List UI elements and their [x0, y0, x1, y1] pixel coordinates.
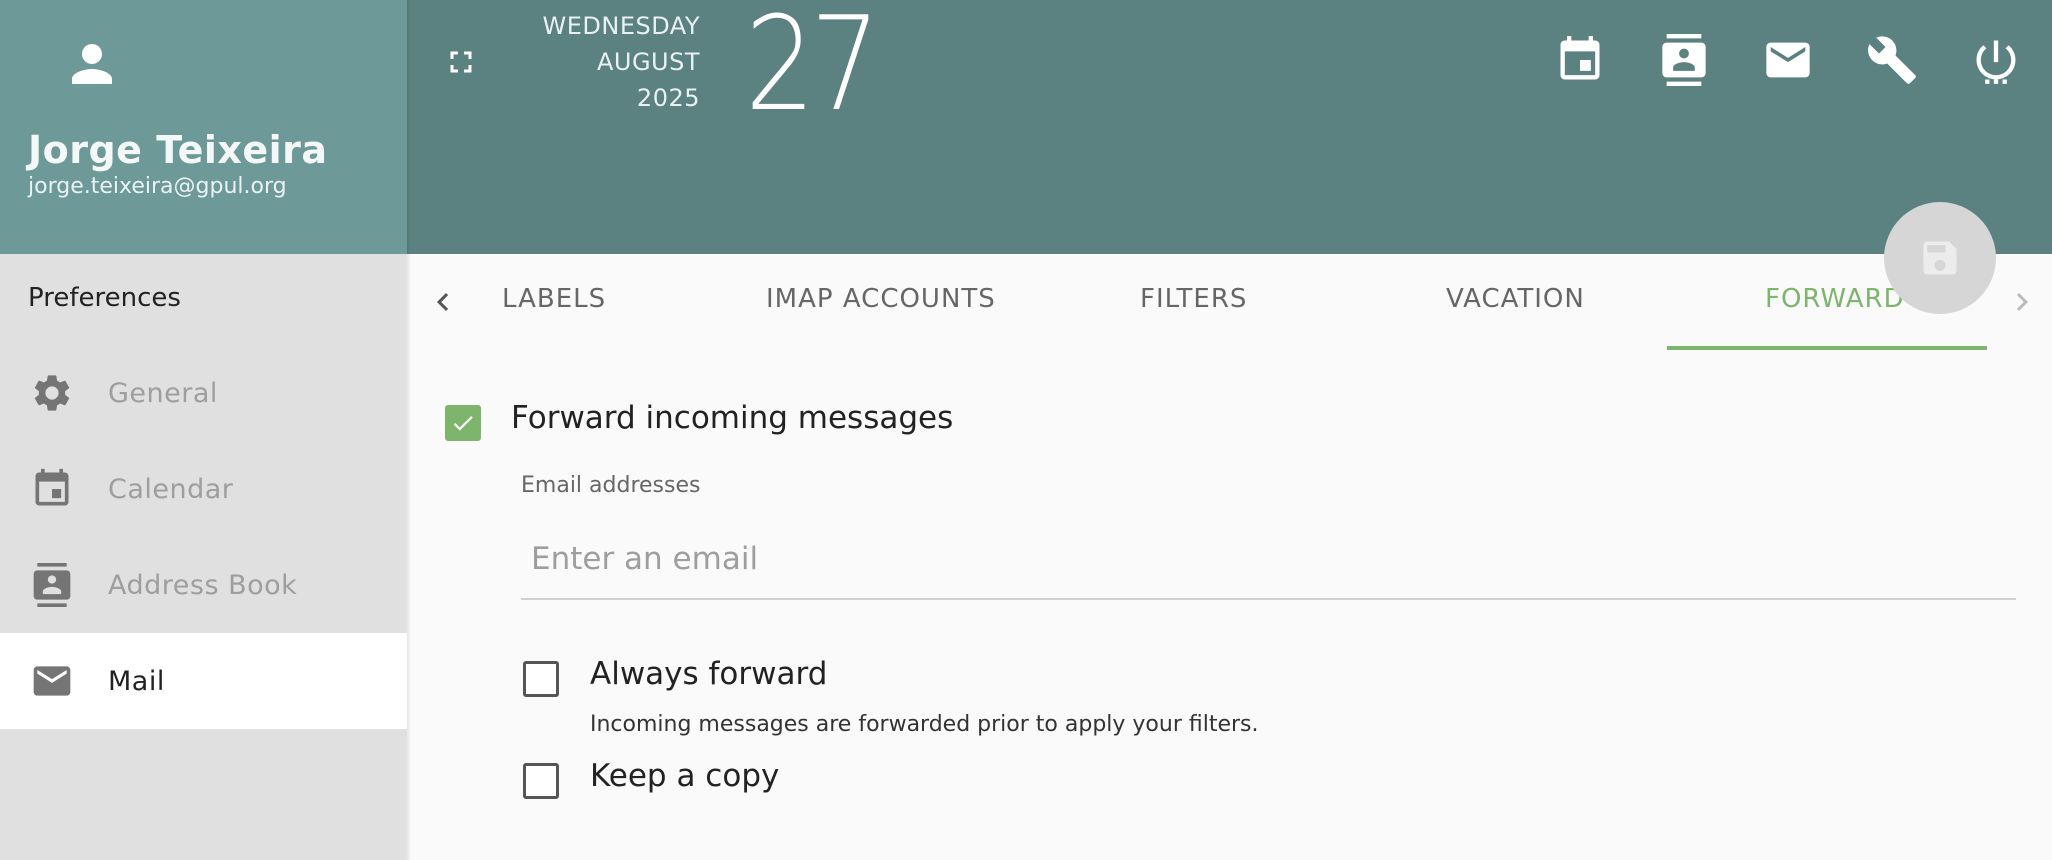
keep-copy-label: Keep a copy: [590, 758, 780, 794]
forward-enable-label: Forward incoming messages: [511, 400, 954, 436]
contacts-icon[interactable]: [1658, 34, 1710, 86]
sidebar-item-label: Calendar: [108, 473, 234, 505]
sidebar-item-label: General: [108, 377, 218, 409]
chevron-right-icon[interactable]: [2004, 284, 2040, 320]
wrench-icon[interactable]: [1866, 34, 1918, 86]
user-email: jorge.teixeira@gpul.org: [28, 174, 287, 199]
tab-filters[interactable]: FILTERS: [1140, 284, 1247, 314]
person-icon: [72, 44, 112, 84]
divider: [407, 0, 411, 860]
power-icon[interactable]: [1970, 34, 2022, 86]
gear-icon: [34, 375, 70, 411]
sidebar-item-general[interactable]: General: [0, 345, 407, 441]
date-day: 27: [745, 0, 881, 140]
always-forward-label: Always forward: [590, 656, 828, 692]
preferences-tabs: LABELS IMAP ACCOUNTS FILTERS VACATION FO…: [411, 254, 2052, 350]
contacts-icon: [33, 563, 71, 607]
check-icon: [453, 416, 473, 431]
user-profile: Jorge Teixeira jorge.teixeira@gpul.org: [0, 0, 407, 254]
date-display: WEDNESDAY AUGUST 2025: [500, 8, 700, 116]
forward-enable-checkbox[interactable]: [445, 405, 481, 441]
calendar-icon[interactable]: [1554, 34, 1606, 86]
tab-imap-accounts[interactable]: IMAP ACCOUNTS: [766, 284, 996, 314]
tab-labels[interactable]: LABELS: [502, 284, 606, 314]
fullscreen-icon[interactable]: [443, 44, 479, 80]
tab-vacation[interactable]: VACATION: [1446, 284, 1585, 314]
sidebar-item-calendar[interactable]: Calendar: [0, 441, 407, 537]
sidebar-nav: General Calendar Address Book Mail: [0, 345, 407, 729]
always-forward-hint: Incoming messages are forwarded prior to…: [590, 712, 1259, 737]
mail-icon: [33, 666, 71, 696]
chevron-left-icon[interactable]: [425, 284, 461, 320]
date-weekday: WEDNESDAY: [542, 12, 700, 40]
sidebar: Jorge Teixeira jorge.teixeira@gpul.org P…: [0, 0, 407, 860]
date-year: 2025: [636, 84, 700, 112]
mail-icon[interactable]: [1762, 34, 1814, 86]
sidebar-item-address-book[interactable]: Address Book: [0, 537, 407, 633]
sidebar-item-label: Address Book: [108, 569, 298, 601]
save-button[interactable]: [1884, 202, 1996, 314]
sidebar-title: Preferences: [28, 283, 181, 313]
user-name: Jorge Teixeira: [28, 128, 328, 172]
date-month: AUGUST: [596, 48, 700, 76]
sidebar-item-mail[interactable]: Mail: [0, 633, 407, 729]
keep-copy-checkbox[interactable]: [523, 763, 559, 799]
always-forward-checkbox[interactable]: [523, 661, 559, 697]
email-addresses-label: Email addresses: [521, 473, 701, 498]
sidebar-item-label: Mail: [108, 665, 165, 697]
active-tab-indicator: [1667, 346, 1987, 350]
save-icon: [1923, 241, 1957, 275]
calendar-icon: [35, 468, 69, 506]
tab-forward[interactable]: FORWARD: [1765, 284, 1905, 314]
email-input[interactable]: [521, 520, 2016, 600]
